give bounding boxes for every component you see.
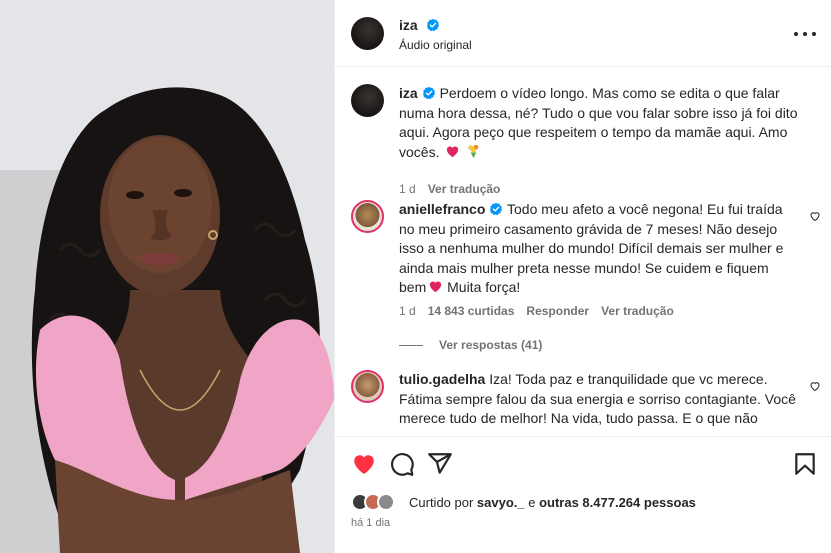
verified-icon: [422, 86, 435, 100]
tulio-gadelha-avatar[interactable]: [351, 370, 384, 403]
comments-section[interactable]: iza Perdoem o vídeo longo. Mas como se e…: [335, 68, 831, 435]
aniellefranco-avatar[interactable]: [351, 200, 384, 233]
author-avatar[interactable]: [351, 17, 384, 50]
audio-label[interactable]: Áudio original: [399, 38, 472, 52]
comment-translate-button[interactable]: Ver tradução: [601, 304, 674, 318]
red-heart-emoji-icon: [447, 146, 459, 157]
comment-aniellefranco: aniellefranco Todo meu afeto a você nego…: [351, 200, 821, 330]
liker-avatar: [377, 493, 395, 511]
author-username[interactable]: iza: [399, 17, 418, 33]
comment-tulio-gadelha: tulio.gadelha Iza! Toda paz e tranquilid…: [351, 370, 821, 435]
like-comment-heart-icon[interactable]: [809, 380, 821, 392]
liked-by-mid: e: [524, 495, 540, 510]
share-icon[interactable]: [427, 451, 453, 477]
like-comment-heart-icon[interactable]: [809, 210, 821, 222]
liker-avatars[interactable]: [351, 493, 395, 511]
post-details-panel: iza Áudio original iza Perdoem o vídeo l…: [334, 0, 831, 553]
caption-avatar[interactable]: [351, 84, 384, 117]
liked-by-prefix: Curtido por: [409, 495, 477, 510]
heart-icon[interactable]: [351, 451, 377, 477]
verified-icon: [426, 18, 439, 32]
comment-time: 1 d: [399, 304, 416, 318]
bouquet-emoji-icon: [468, 144, 479, 158]
post-time[interactable]: há 1 dia: [351, 517, 390, 529]
view-replies-label: Ver respostas (41): [439, 338, 543, 352]
comment-username[interactable]: aniellefranco: [399, 201, 485, 217]
verified-icon: [490, 202, 503, 216]
post-actions: Curtido por savyo._ e outras 8.477.264 p…: [335, 436, 831, 553]
comment-icon[interactable]: [389, 451, 415, 477]
liked-by-text: Curtido por savyo._ e outras 8.477.264 p…: [409, 495, 696, 510]
caption-time: 1 d: [399, 182, 416, 196]
caption-translate-button[interactable]: Ver tradução: [428, 182, 501, 196]
post-header: iza Áudio original: [335, 0, 831, 67]
comment-likes-count[interactable]: 14 843 curtidas: [428, 304, 515, 318]
view-replies-button[interactable]: Ver respostas (41): [399, 338, 542, 352]
video-frame-illustration: [0, 0, 334, 553]
liked-by-others[interactable]: outras 8.477.264 pessoas: [539, 495, 696, 510]
comment-username[interactable]: tulio.gadelha: [399, 371, 485, 387]
reply-button[interactable]: Responder: [526, 304, 589, 318]
caption-username[interactable]: iza: [399, 85, 418, 101]
more-options-icon[interactable]: [794, 25, 816, 43]
caption-comment: iza Perdoem o vídeo longo. Mas como se e…: [351, 84, 821, 196]
replies-divider-line: [399, 344, 423, 346]
save-icon[interactable]: [792, 451, 818, 477]
red-heart-emoji-icon: [430, 281, 442, 293]
liked-by-user[interactable]: savyo._: [477, 495, 525, 510]
comment-text-end: Muita força!: [447, 279, 521, 295]
video-player[interactable]: [0, 0, 334, 553]
